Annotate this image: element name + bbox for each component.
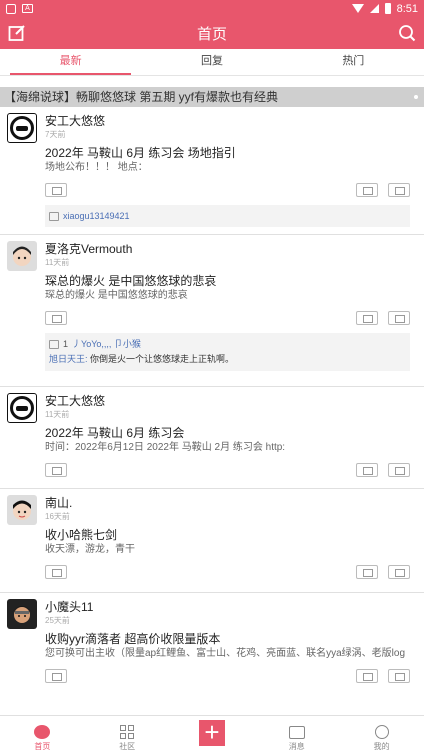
post-title: 收小哈熊七剑 [45, 528, 118, 542]
post-text: 时间：2022年6月12日 2022年 马鞍山 2月 练习会 http: [45, 442, 286, 453]
avatar[interactable] [7, 113, 37, 143]
post-item[interactable]: 安工大悠悠 11天前 2022年 马鞍山 6月 练习会 时间：2022年6月12… [0, 387, 424, 489]
message-icon [288, 726, 305, 739]
grid-icon [120, 725, 135, 739]
like-users[interactable]: 丿YoYo,,,, 卩小猴 [72, 337, 141, 351]
share-icon[interactable] [45, 669, 67, 683]
comment-preview[interactable]: 旭日天王: 你倒是火一个让悠悠球走上正轨啊。 [49, 351, 406, 367]
nav-community[interactable]: 社区 [85, 725, 170, 755]
nav-profile[interactable]: 我的 [339, 725, 424, 755]
comment-icon[interactable] [388, 565, 410, 579]
post-item[interactable]: 安工大悠悠 7天前 2022年 马鞍山 6月 练习会 场地指引 场地公布！！！ … [0, 107, 424, 235]
tab-hot[interactable]: 热门 [283, 49, 424, 75]
post-title: 琛总的爆火 是中国悠悠球的悲哀 [45, 274, 217, 288]
app-bar: 首页 [0, 17, 424, 49]
banner-indicator-dot [414, 95, 418, 99]
post-time: 25天前 [45, 616, 70, 625]
like-user[interactable]: xiaogu13149421 [63, 209, 130, 223]
nav-profile-label: 我的 [373, 742, 390, 751]
like-icon[interactable] [356, 669, 378, 683]
comment-user[interactable]: 旭日天王: [49, 354, 88, 364]
nav-create[interactable]: + [170, 719, 255, 755]
avatar[interactable] [7, 393, 37, 423]
wifi-icon [351, 4, 364, 13]
battery-icon [384, 3, 391, 14]
avatar[interactable] [7, 495, 37, 525]
notification-letter-icon: A [22, 4, 33, 13]
post-text: 场地公布！！！ 地点： [45, 162, 148, 173]
post-author[interactable]: 安工大悠悠 [45, 393, 105, 409]
post-time: 7天前 [45, 130, 66, 139]
post-title: 收购yyr滴落者 超高价收限量版本 [45, 632, 221, 646]
cell-signal-icon [369, 4, 379, 13]
post-text: 收天漂，游龙，青干 [45, 544, 135, 555]
nav-home-label: 首页 [34, 742, 51, 751]
search-icon[interactable] [398, 24, 416, 42]
post-title: 2022年 马鞍山 6月 练习会 场地指引 [45, 146, 236, 160]
status-time: 8:51 [396, 2, 418, 15]
comment-icon[interactable] [388, 311, 410, 325]
post-item[interactable]: 南山. 16天前 收小哈熊七剑 收天漂，游龙，青干 [0, 489, 424, 593]
post-author[interactable]: 安工大悠悠 [45, 113, 105, 129]
post-author[interactable]: 小魔头11 [45, 599, 93, 615]
thumb-up-icon [49, 339, 59, 349]
post-title: 2022年 马鞍山 6月 练习会 [45, 426, 185, 440]
avatar[interactable] [7, 241, 37, 271]
compose-icon[interactable] [8, 24, 26, 42]
plus-icon[interactable]: + [198, 719, 225, 746]
post-author[interactable]: 夏洛克Vermouth [45, 241, 132, 257]
post-item[interactable]: 夏洛克Vermouth 11天前 琛总的爆火 是中国悠悠球的悲哀 琛总的爆火 是… [0, 235, 424, 387]
announcement-banner[interactable]: 【海绵说球】畅聊悠悠球 第五期 yyf有爆款也有经典 [0, 87, 424, 107]
likes-box: 1 丿YoYo,,,, 卩小猴 旭日天王: 你倒是火一个让悠悠球走上正轨啊。 [45, 333, 410, 371]
tab-bar: 最新 回复 热门 [0, 49, 424, 76]
bottom-nav: 首页 社区 + 消息 我的 [0, 715, 424, 755]
like-icon[interactable] [356, 463, 378, 477]
post-time: 16天前 [45, 512, 70, 521]
comment-icon[interactable] [388, 463, 410, 477]
post-author[interactable]: 南山. [45, 495, 72, 511]
share-icon[interactable] [45, 463, 67, 477]
comment-icon[interactable] [388, 183, 410, 197]
post-item[interactable]: 小魔头11 25天前 收购yyr滴落者 超高价收限量版本 您可换可出主收（限量a… [0, 593, 424, 703]
share-icon[interactable] [45, 565, 67, 579]
user-icon [374, 725, 389, 739]
status-bar: A 8:51 [0, 0, 424, 17]
app-notification-icon [6, 3, 16, 14]
home-icon [34, 725, 51, 739]
share-icon[interactable] [45, 183, 67, 197]
avatar[interactable] [7, 599, 37, 629]
share-icon[interactable] [45, 311, 67, 325]
comment-text: 你倒是火一个让悠悠球走上正轨啊。 [87, 354, 235, 364]
like-icon[interactable] [356, 183, 378, 197]
thumb-up-icon [49, 211, 59, 221]
tab-latest[interactable]: 最新 [0, 49, 141, 75]
banner-text: 【海绵说球】畅聊悠悠球 第五期 yyf有爆款也有经典 [4, 90, 279, 104]
tab-replies[interactable]: 回复 [141, 49, 282, 75]
nav-home[interactable]: 首页 [0, 725, 85, 755]
likes-box: xiaogu13149421 [45, 205, 410, 227]
comment-icon[interactable] [388, 669, 410, 683]
like-count: 1 [63, 339, 69, 349]
post-time: 11天前 [45, 258, 70, 267]
like-icon[interactable] [356, 311, 378, 325]
nav-messages[interactable]: 消息 [254, 726, 339, 755]
like-icon[interactable] [356, 565, 378, 579]
post-text: 您可换可出主收（限量ap红鲤鱼、富士山、花鸡、亮面蓝、联名yya绿涡、老版log [45, 648, 406, 659]
nav-messages-label: 消息 [288, 742, 305, 751]
post-text: 琛总的爆火 是中国悠悠球的悲哀 [45, 290, 188, 301]
nav-community-label: 社区 [119, 742, 136, 751]
post-time: 11天前 [45, 410, 70, 419]
page-title: 首页 [196, 25, 227, 43]
